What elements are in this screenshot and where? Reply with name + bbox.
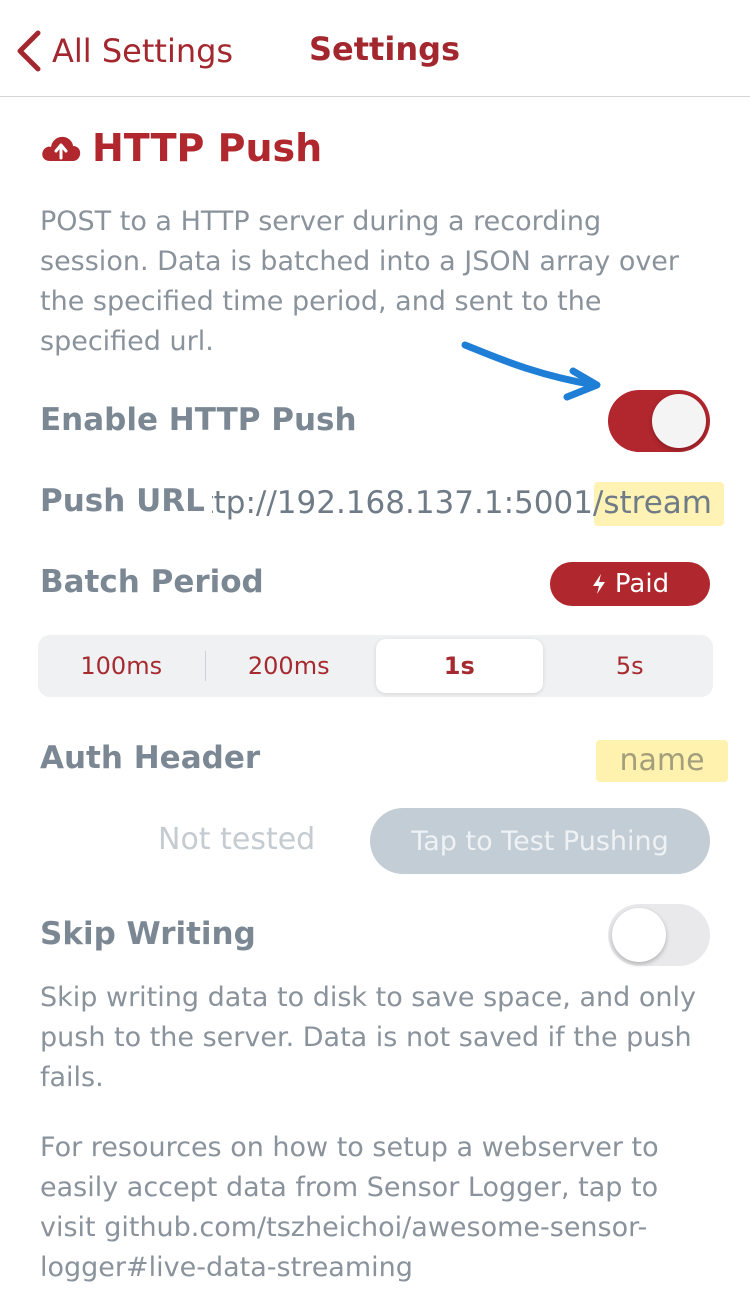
- auth-header-label: Auth Header: [40, 740, 261, 776]
- section-title: HTTP Push: [92, 126, 323, 170]
- resources-link-text[interactable]: For resources on how to setup a webserve…: [40, 1128, 710, 1288]
- lightning-icon: [592, 574, 605, 594]
- enable-http-push-toggle[interactable]: [608, 390, 710, 452]
- paid-badge-label: Paid: [614, 569, 670, 599]
- skip-writing-toggle[interactable]: [608, 904, 710, 966]
- test-status: Not tested: [158, 822, 316, 857]
- batch-period-label: Batch Period: [40, 564, 264, 600]
- section-description: POST to a HTTP server during a recording…: [40, 206, 680, 357]
- back-button[interactable]: All Settings: [14, 26, 233, 76]
- back-label: All Settings: [52, 32, 234, 70]
- navigation-bar: All Settings Settings: [0, 0, 750, 97]
- section-header: HTTP Push: [40, 126, 322, 170]
- skip-writing-label: Skip Writing: [40, 916, 256, 952]
- page-title: Settings: [309, 30, 461, 68]
- batch-period-segmented-control: 100ms 200ms 1s 5s: [38, 635, 713, 697]
- enable-http-push-label: Enable HTTP Push: [40, 402, 357, 438]
- push-url-input[interactable]: http://192.168.137.1:5001/stream: [212, 478, 712, 528]
- push-url-label: Push URL: [40, 483, 205, 519]
- paid-badge[interactable]: Paid: [550, 562, 710, 606]
- skip-writing-description: Skip writing data to disk to save space,…: [40, 982, 696, 1093]
- toggle-knob: [612, 908, 666, 962]
- auth-header-input[interactable]: name: [596, 740, 728, 782]
- test-pushing-button[interactable]: Tap to Test Pushing: [370, 808, 710, 874]
- segment-5s[interactable]: 5s: [547, 635, 714, 697]
- cloud-upload-icon: [42, 136, 81, 161]
- segment-1s[interactable]: 1s: [376, 639, 543, 693]
- toggle-knob: [652, 394, 706, 448]
- push-url-value: http://192.168.137.1:5001/stream: [212, 485, 712, 521]
- segment-100ms[interactable]: 100ms: [38, 635, 205, 697]
- segment-200ms[interactable]: 200ms: [206, 635, 373, 697]
- chevron-left-icon: [17, 30, 41, 72]
